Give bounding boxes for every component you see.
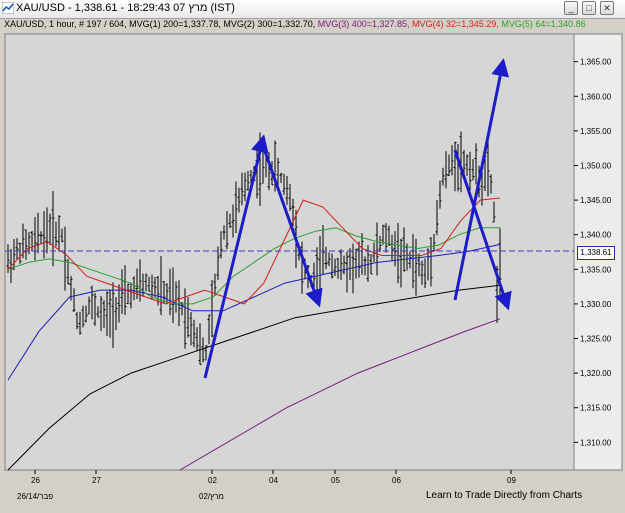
maximize-button[interactable]: □ [582, 1, 596, 15]
window-titlebar: XAU/USD - 1,338.61 - 18:29:43 07 מרץ (IS… [0, 0, 625, 19]
x-tick-label: 06 [392, 476, 401, 485]
window-title: XAU/USD - 1,338.61 - 18:29:43 07 מרץ (IS… [16, 2, 235, 14]
date-label-mid: 02/מרץ [199, 492, 224, 501]
y-tick-label: 1,320.00 [580, 369, 612, 378]
y-tick-label: 1,365.00 [580, 58, 612, 67]
close-button[interactable]: ✕ [600, 1, 614, 15]
y-tick-label: 1,310.00 [580, 438, 612, 447]
y-tick-label: 1,345.00 [580, 196, 612, 205]
price-chart[interactable]: 1,365.00 1,360.00 1,355.00 1,350.00 1,345.00… [0, 18, 625, 513]
y-tick-label: 1,325.00 [580, 335, 612, 344]
date-label-left: 26/14/פבר [17, 492, 54, 501]
x-tick-label: 02 [208, 476, 217, 485]
current-price-badge: 1,338.61 [577, 246, 615, 260]
x-axis-ticks: 26 27 02 04 05 06 09 [31, 470, 516, 485]
x-tick-label: 09 [507, 476, 516, 485]
y-tick-label: 1,335.00 [580, 265, 612, 274]
y-tick-label: 1,350.00 [580, 161, 612, 170]
y-tick-label: 1,330.00 [580, 300, 612, 309]
y-tick-label: 1,360.00 [580, 92, 612, 101]
minimize-button[interactable]: _ [564, 1, 578, 15]
y-tick-label: 1,355.00 [580, 127, 612, 136]
x-tick-label: 26 [31, 476, 40, 485]
y-tick-label: 1,315.00 [580, 404, 612, 413]
x-tick-label: 04 [269, 476, 278, 485]
y-tick-label: 1,340.00 [580, 231, 612, 240]
learn-to-trade-link[interactable]: Learn to Trade Directly from Charts [426, 490, 582, 501]
chart-app-icon [2, 2, 14, 14]
x-tick-label: 27 [92, 476, 101, 485]
x-tick-label: 05 [331, 476, 340, 485]
